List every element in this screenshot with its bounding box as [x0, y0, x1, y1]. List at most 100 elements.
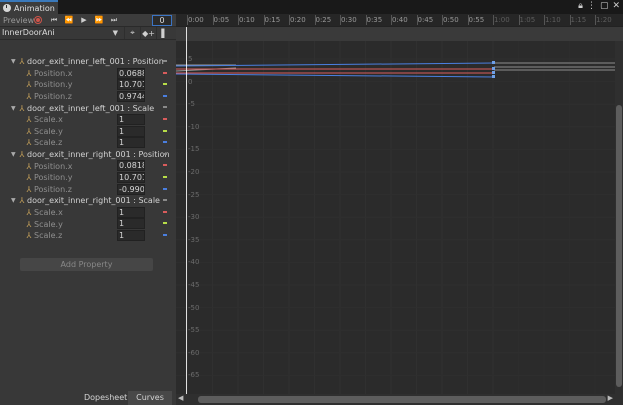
tab-animation-label: Animation: [14, 3, 55, 13]
curve-color-swatch[interactable]: [163, 233, 167, 236]
property-row[interactable]: ⅄Position.x 0.08187: [0, 160, 176, 172]
timeline-tick-label: 0:45: [416, 15, 434, 25]
filter-icon[interactable]: ▌: [156, 27, 172, 39]
curve-color-swatch[interactable]: [163, 71, 167, 74]
property-label: Scale.z: [34, 138, 63, 148]
property-row[interactable]: ⅄Position.z 0.97444: [0, 90, 176, 103]
add-keyframe-icon[interactable]: ⌖: [124, 27, 140, 39]
last-keyframe-button[interactable]: ⏭: [106, 15, 121, 26]
property-value-field[interactable]: 1: [117, 229, 145, 241]
expand-arrow-icon[interactable]: ▼: [9, 105, 17, 112]
property-value-field[interactable]: 1: [117, 218, 145, 230]
property-value-field[interactable]: 10.701: [117, 79, 145, 91]
timeline-ruler[interactable]: 0:00 0:05 0:10 0:15 0:20 0:25 0:30 0:35 0:40 0:45…: [176, 14, 623, 27]
curve-color-swatch[interactable]: [163, 210, 167, 213]
timeline-tick-label: 0:30: [340, 15, 357, 25]
curve-position-z-right[interactable]: [176, 73, 495, 78]
horizontal-scrollbar[interactable]: ◀ ▶: [176, 394, 615, 405]
title-bar: Animation 🔒︎ ⋮ ▢ ✕: [0, 0, 623, 14]
property-row[interactable]: ⅄Position.z -0.9905: [0, 183, 176, 196]
curve-color-swatch[interactable]: [163, 83, 167, 86]
property-group-row[interactable]: ▼ ⅄ door_exit_inner_right_001 : Position: [0, 149, 176, 161]
keyframe-marker[interactable]: [492, 67, 495, 70]
property-row[interactable]: ⅄ Scale.z 1: [0, 229, 176, 242]
more-menu-icon[interactable]: ⋮: [587, 1, 596, 11]
property-row[interactable]: ⅄ Position.y 10.701: [0, 171, 176, 184]
property-group-row[interactable]: ▼ ⅄ door_exit_inner_right_001 : Scale: [0, 195, 176, 207]
animation-clock-icon: [3, 4, 11, 12]
expand-arrow-icon[interactable]: ▼: [9, 151, 17, 158]
first-keyframe-button[interactable]: ⏮: [46, 15, 61, 26]
transform-icon: ⅄: [19, 150, 25, 160]
y-axis-label: -5: [188, 100, 195, 109]
preview-toggle[interactable]: Preview: [0, 16, 34, 25]
timeline-tick-label: 1:20: [595, 15, 612, 25]
curve-color-swatch[interactable]: [163, 187, 167, 190]
property-row[interactable]: ⅄ Scale.y 1: [0, 125, 176, 138]
scroll-left-icon[interactable]: ◀: [178, 394, 183, 402]
horizontal-scroll-thumb[interactable]: [198, 396, 606, 403]
record-button[interactable]: [34, 16, 42, 24]
property-options-icon[interactable]: [163, 106, 167, 109]
event-strip[interactable]: [176, 27, 623, 41]
scroll-right-icon[interactable]: ▶: [608, 394, 613, 402]
maximize-icon[interactable]: ▢: [600, 1, 609, 11]
vertical-scroll-thumb[interactable]: [616, 105, 622, 387]
keyframe-marker[interactable]: [492, 61, 495, 64]
close-icon[interactable]: ✕: [612, 1, 620, 11]
y-axis-label: -10: [188, 122, 200, 131]
property-row[interactable]: ⅄ Scale.x 1: [0, 113, 176, 126]
property-row[interactable]: ⅄ Scale.z 1: [0, 137, 176, 149]
y-axis-label: 0: [188, 77, 193, 86]
next-keyframe-button[interactable]: ⏩: [91, 15, 106, 26]
frame-input[interactable]: 0: [152, 15, 172, 26]
vertical-scrollbar[interactable]: [615, 41, 623, 405]
curve-editor[interactable]: 0:00 0:05 0:10 0:15 0:20 0:25 0:30 0:35 0:40 0:45…: [176, 14, 623, 405]
clip-selector[interactable]: InnerDoorAni ▼: [0, 27, 124, 39]
property-value-field[interactable]: -0.9905: [117, 183, 145, 195]
expand-arrow-icon[interactable]: ▼: [9, 197, 17, 204]
property-value-field[interactable]: 1: [117, 125, 145, 137]
lock-icon[interactable]: 🔒︎: [578, 1, 583, 11]
curve-color-swatch[interactable]: [163, 117, 167, 120]
curve-color-swatch[interactable]: [163, 164, 167, 167]
property-options-icon[interactable]: [163, 199, 167, 202]
tab-animation[interactable]: Animation: [0, 0, 58, 14]
curve-color-swatch[interactable]: [163, 94, 167, 97]
keyframe-marker[interactable]: [492, 75, 495, 78]
playhead[interactable]: [186, 27, 187, 405]
tab-dopesheet[interactable]: Dopesheet: [84, 391, 127, 405]
curve-color-swatch[interactable]: [163, 175, 167, 178]
timeline-tick-label: 0:25: [314, 15, 332, 25]
property-value-field[interactable]: 1: [117, 206, 145, 218]
curve-color-swatch[interactable]: [163, 222, 167, 225]
property-group-row[interactable]: ▼ ⅄ door_exit_inner_left_001 : Scale: [0, 102, 176, 114]
property-label: Scale.y: [34, 126, 63, 136]
property-value-field[interactable]: 0.08187: [117, 160, 145, 172]
play-button[interactable]: ▶: [76, 15, 91, 26]
expand-arrow-icon[interactable]: ▼: [9, 58, 17, 65]
curve-color-swatch[interactable]: [163, 129, 167, 132]
curve-color-swatch[interactable]: [163, 141, 167, 144]
property-options-icon[interactable]: [163, 152, 167, 155]
tab-curves[interactable]: Curves: [128, 391, 172, 405]
property-row[interactable]: ⅄ Scale.x 1: [0, 206, 176, 219]
view-mode-tabs: Dopesheet Curves: [0, 391, 176, 405]
property-value-field[interactable]: 1: [117, 137, 145, 149]
add-property-button[interactable]: Add Property: [20, 258, 153, 271]
window-controls: 🔒︎ ⋮ ▢ ✕: [578, 1, 620, 11]
previous-keyframe-button[interactable]: ⏪: [61, 15, 76, 26]
add-event-icon[interactable]: ◆+: [140, 27, 156, 39]
keyframe-marker[interactable]: [492, 71, 495, 74]
property-group-row[interactable]: ▼ ⅄ door_exit_inner_left_001 : Position: [0, 56, 176, 68]
property-row[interactable]: ⅄ Scale.y 1: [0, 218, 176, 230]
property-row[interactable]: ⅄ Position.y 10.701: [0, 79, 176, 91]
property-value-field[interactable]: 0.06884: [117, 67, 145, 79]
property-value-field[interactable]: 1: [117, 113, 145, 125]
curve-graph[interactable]: 5 0 -5 -10 -15 -20 -25 -30 -35 -40 -45 -50 -55 -60 -65…: [176, 41, 615, 394]
property-value-field[interactable]: 0.97444: [117, 90, 145, 102]
property-row[interactable]: ⅄Position.x 0.06884: [0, 67, 176, 80]
property-options-icon[interactable]: [163, 60, 167, 62]
property-value-field[interactable]: 10.701: [117, 171, 145, 183]
property-group-label: door_exit_inner_right_001 : Position: [27, 150, 170, 160]
